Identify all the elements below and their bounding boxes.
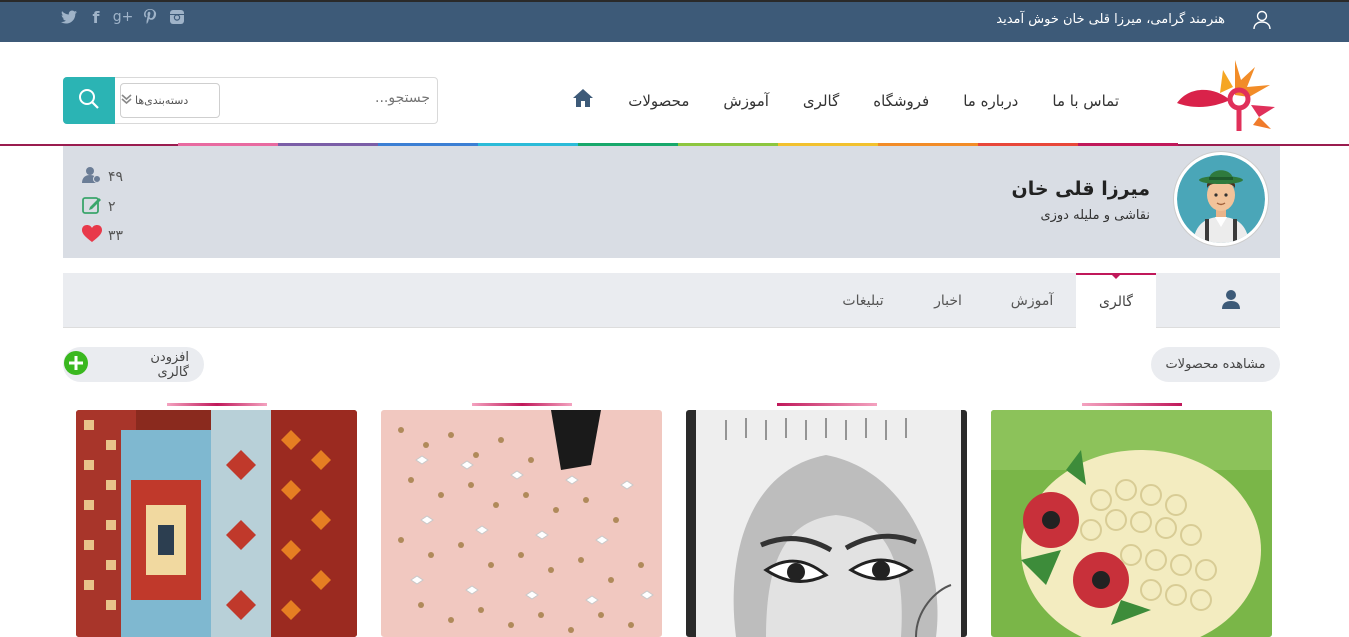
avatar[interactable]	[1174, 152, 1268, 246]
gallery-image-beads	[381, 410, 662, 637]
nav-gallery[interactable]: گالری	[803, 92, 839, 114]
active-tab-indicator	[1110, 273, 1122, 279]
nav-products[interactable]: محصولات	[628, 92, 689, 114]
edit-icon	[82, 195, 102, 219]
tab-ads[interactable]: تبلیغات	[830, 273, 896, 328]
search-button[interactable]	[63, 77, 115, 124]
followers-icon	[82, 166, 102, 188]
pinterest-icon[interactable]	[141, 8, 159, 26]
tab-tutorial-label: آموزش	[1010, 292, 1054, 309]
tab-profile[interactable]	[1206, 273, 1256, 328]
gallery-card[interactable]	[76, 410, 357, 637]
chevron-down-icon	[121, 94, 132, 107]
add-gallery-button[interactable]: افزودن گالری	[63, 347, 204, 382]
main-nav: محصولات آموزش گالری فروشگاه درباره ما تم…	[530, 89, 1119, 114]
profile-subtitle: نقاشی و ملیله دوزی	[1040, 208, 1150, 223]
followers-count: ۴۹	[108, 169, 124, 185]
gallery-image-rugs	[76, 410, 357, 637]
view-products-label: مشاهده محصولات	[1165, 357, 1266, 372]
nav-about[interactable]: درباره ما	[963, 92, 1018, 114]
tab-tutorial[interactable]: آموزش	[1000, 273, 1064, 328]
instagram-icon[interactable]	[168, 8, 186, 26]
nav-contact[interactable]: تماس با ما	[1052, 92, 1119, 114]
plus-circle-icon	[63, 350, 89, 380]
card-accent	[777, 403, 877, 406]
social-links: f g+	[60, 8, 186, 27]
user-icon	[1221, 289, 1241, 313]
view-products-button[interactable]: مشاهده محصولات	[1151, 347, 1280, 382]
posts-stat: ۲	[82, 195, 116, 219]
tab-news-label: اخبار	[934, 292, 962, 309]
tab-gallery[interactable]: گالری	[1076, 273, 1156, 328]
posts-count: ۲	[108, 199, 116, 215]
gallery-image-portrait	[686, 410, 967, 637]
nav-tutorial[interactable]: آموزش	[723, 92, 769, 114]
likes-stat: ۳۳	[82, 225, 123, 247]
welcome-text: هنرمند گرامی، میرزا قلی خان خوش آمدید	[996, 12, 1225, 27]
add-gallery-label: افزودن گالری	[150, 349, 189, 380]
profile-panel	[63, 146, 1280, 258]
twitter-icon[interactable]	[60, 8, 78, 26]
category-select[interactable]: دسته‌بندی‌ها	[120, 83, 220, 118]
site-logo[interactable]	[1175, 55, 1280, 137]
card-accent	[167, 403, 267, 406]
googleplus-icon[interactable]: g+	[113, 8, 134, 26]
home-icon[interactable]	[564, 88, 594, 110]
likes-count: ۳۳	[108, 228, 124, 244]
category-label: دسته‌بندی‌ها	[135, 94, 189, 107]
card-accent	[472, 403, 572, 406]
tab-news[interactable]: اخبار	[918, 273, 978, 328]
search-icon	[78, 88, 100, 114]
gallery-card[interactable]	[381, 410, 662, 637]
search-input[interactable]	[230, 90, 430, 106]
user-icon[interactable]	[1253, 10, 1271, 30]
profile-name: میرزا قلی خان	[1011, 178, 1150, 200]
tab-gallery-label: گالری	[1099, 293, 1133, 310]
facebook-icon[interactable]: f	[87, 8, 105, 27]
card-accent	[1082, 403, 1182, 406]
heart-icon	[82, 225, 102, 247]
followers-stat: ۴۹	[82, 166, 123, 188]
gallery-card[interactable]	[991, 410, 1272, 637]
nav-shop[interactable]: فروشگاه	[873, 92, 929, 114]
tab-ads-label: تبلیغات	[842, 292, 884, 309]
gallery-card[interactable]	[686, 410, 967, 637]
gallery-image-hat	[991, 410, 1272, 637]
